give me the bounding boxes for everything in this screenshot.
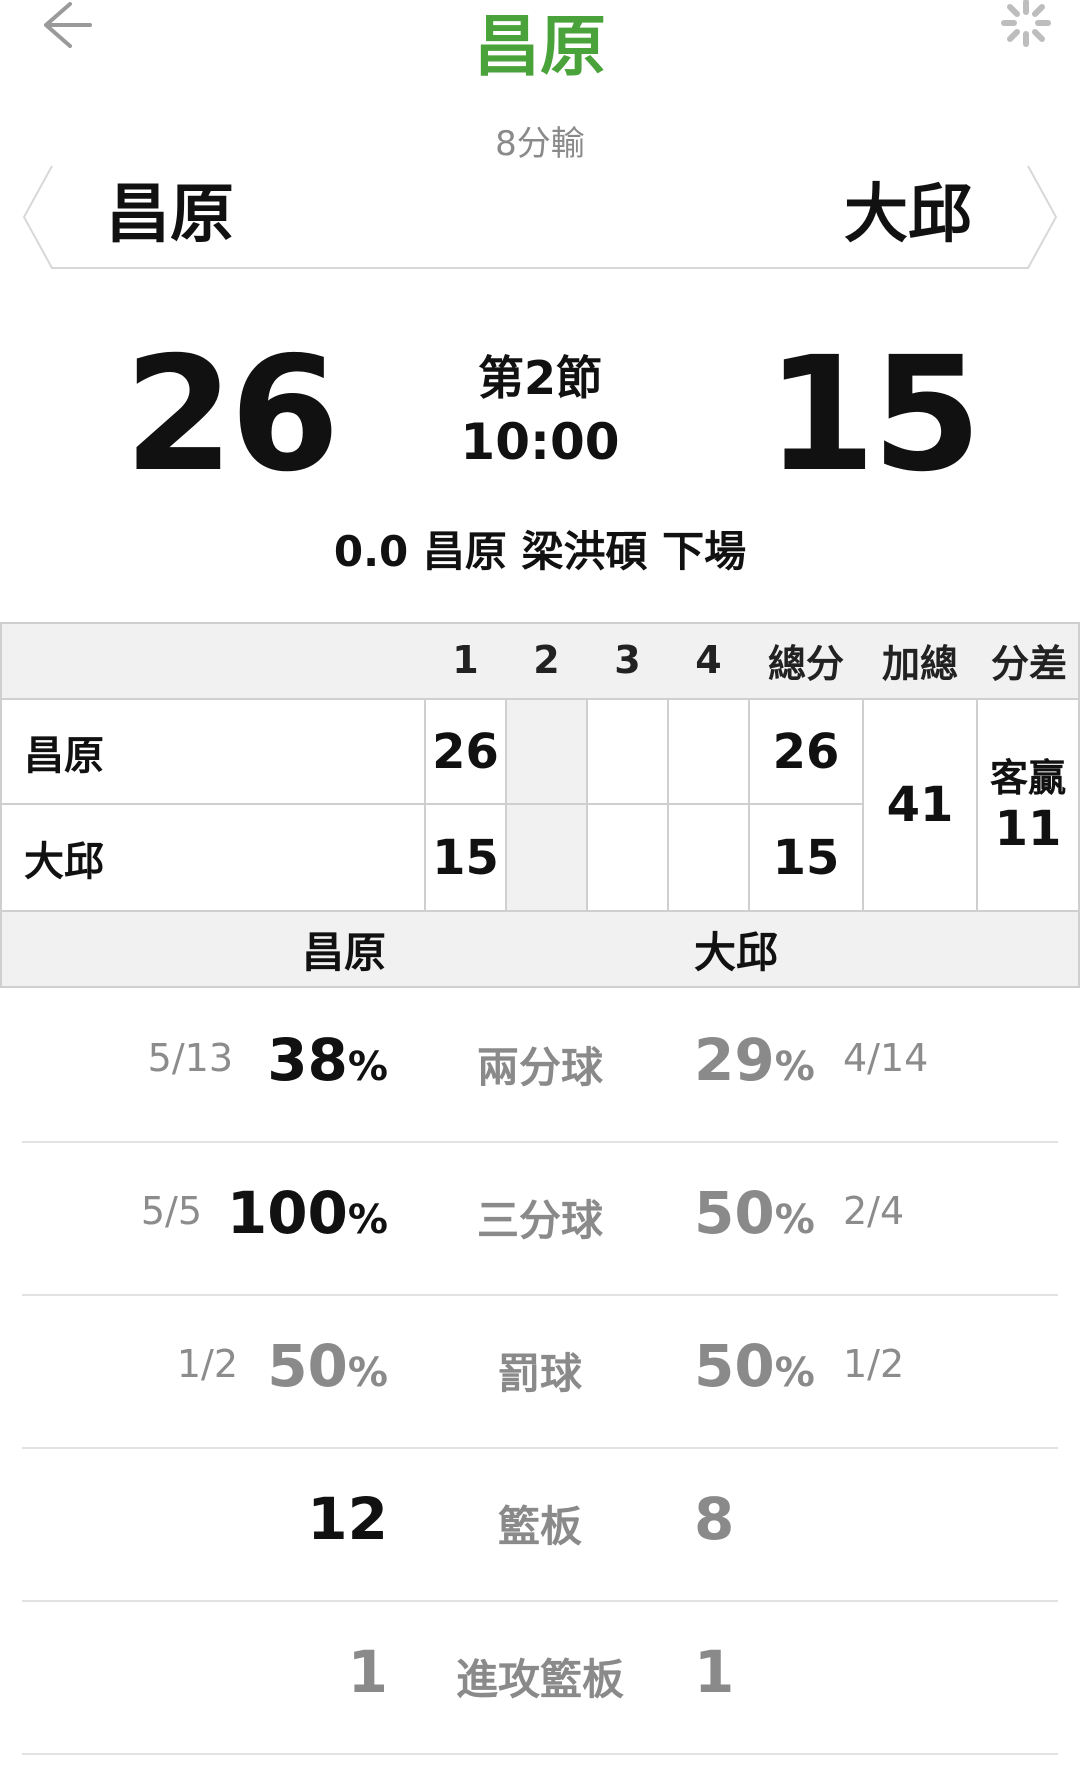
- home-attempts: 5/5: [140, 1189, 202, 1233]
- stat-label: 兩分球: [476, 1043, 603, 1092]
- stat-row-two-point: 5/13 38% 兩分球 29% 4/14: [0, 990, 1080, 1142]
- home-percentage: 100%: [226, 1179, 388, 1247]
- away-attempts: 1/2: [843, 1342, 905, 1386]
- away-percentage: 50%: [694, 1179, 815, 1247]
- score-difference: 客贏 11: [978, 700, 1078, 910]
- quarter-score-table: 1 2 3 4 總分 加總 分差 昌原 26 26 大邱 15 15 41 客贏…: [0, 622, 1080, 988]
- home-value: 1: [347, 1638, 388, 1706]
- home-value: 12: [307, 1485, 388, 1553]
- table-row-total: 15: [772, 829, 840, 886]
- next-team-chevron-icon[interactable]: [1018, 164, 1058, 270]
- table-row-q2: [507, 700, 586, 803]
- table-row-q3: [588, 700, 667, 803]
- table-row-q1: 26: [432, 723, 499, 780]
- away-team-name: 大邱: [844, 178, 972, 252]
- home-attempts: 1/2: [176, 1342, 238, 1386]
- stat-label: 罰球: [497, 1349, 582, 1398]
- home-percentage: 50%: [267, 1332, 388, 1400]
- away-value: 1: [694, 1638, 735, 1706]
- table-row-q1: 15: [432, 829, 499, 886]
- play-event-text: 0.0 昌原 梁洪碩 下場: [333, 527, 747, 576]
- combined-total: 41: [886, 777, 954, 833]
- stats-header-home: 昌原: [301, 927, 386, 977]
- away-percentage: 50%: [694, 1332, 815, 1400]
- away-value: 8: [694, 1485, 735, 1553]
- header-q4: 4: [695, 638, 722, 682]
- header-q3: 3: [614, 638, 641, 682]
- stat-row-rebounds: 12 籃板 8: [0, 1449, 1080, 1601]
- divider: [22, 1753, 1058, 1755]
- away-attempts: 2/4: [843, 1189, 905, 1233]
- game-period: 第2節: [477, 351, 602, 405]
- away-attempts: 4/14: [843, 1036, 929, 1080]
- stat-label: 進攻籃板: [455, 1655, 624, 1704]
- header-diff: 分差: [990, 641, 1067, 686]
- stat-row-free-throw: 1/2 50% 罰球 50% 1/2: [0, 1296, 1080, 1448]
- table-row-total: 26: [772, 723, 840, 780]
- table-row-team: 昌原: [24, 732, 104, 779]
- result-subtitle: 8分輸: [495, 124, 585, 164]
- header-q1: 1: [452, 638, 479, 682]
- table-row-q4: [669, 700, 748, 803]
- difference-value: 11: [994, 801, 1062, 857]
- home-percentage: 38%: [267, 1026, 388, 1094]
- table-row-q4: [669, 805, 748, 910]
- home-attempts: 5/13: [147, 1036, 233, 1080]
- away-percentage: 29%: [694, 1026, 815, 1094]
- table-row-q2: [507, 805, 586, 910]
- header-q2: 2: [533, 638, 560, 682]
- stat-label: 籃板: [497, 1502, 582, 1551]
- page-title: 昌原: [474, 8, 606, 85]
- header-total: 總分: [767, 641, 844, 686]
- away-score: 15: [766, 323, 982, 507]
- stat-label: 三分球: [476, 1196, 603, 1245]
- stat-row-three-point: 5/5 100% 三分球 50% 2/4: [0, 1143, 1080, 1295]
- stats-header-away: 大邱: [693, 927, 778, 977]
- prev-team-chevron-icon[interactable]: [22, 164, 62, 270]
- table-row-q3: [588, 805, 667, 910]
- header-sum: 加總: [881, 641, 958, 686]
- stat-row-offensive-rebounds: 1 進攻籃板 1: [0, 1602, 1080, 1754]
- home-team-name: 昌原: [106, 178, 234, 252]
- home-score: 26: [124, 323, 340, 507]
- table-row-team: 大邱: [24, 838, 104, 885]
- spinner-icon: [1001, 0, 1051, 47]
- game-clock: 10:00: [460, 413, 620, 471]
- difference-label: 客贏: [989, 756, 1066, 800]
